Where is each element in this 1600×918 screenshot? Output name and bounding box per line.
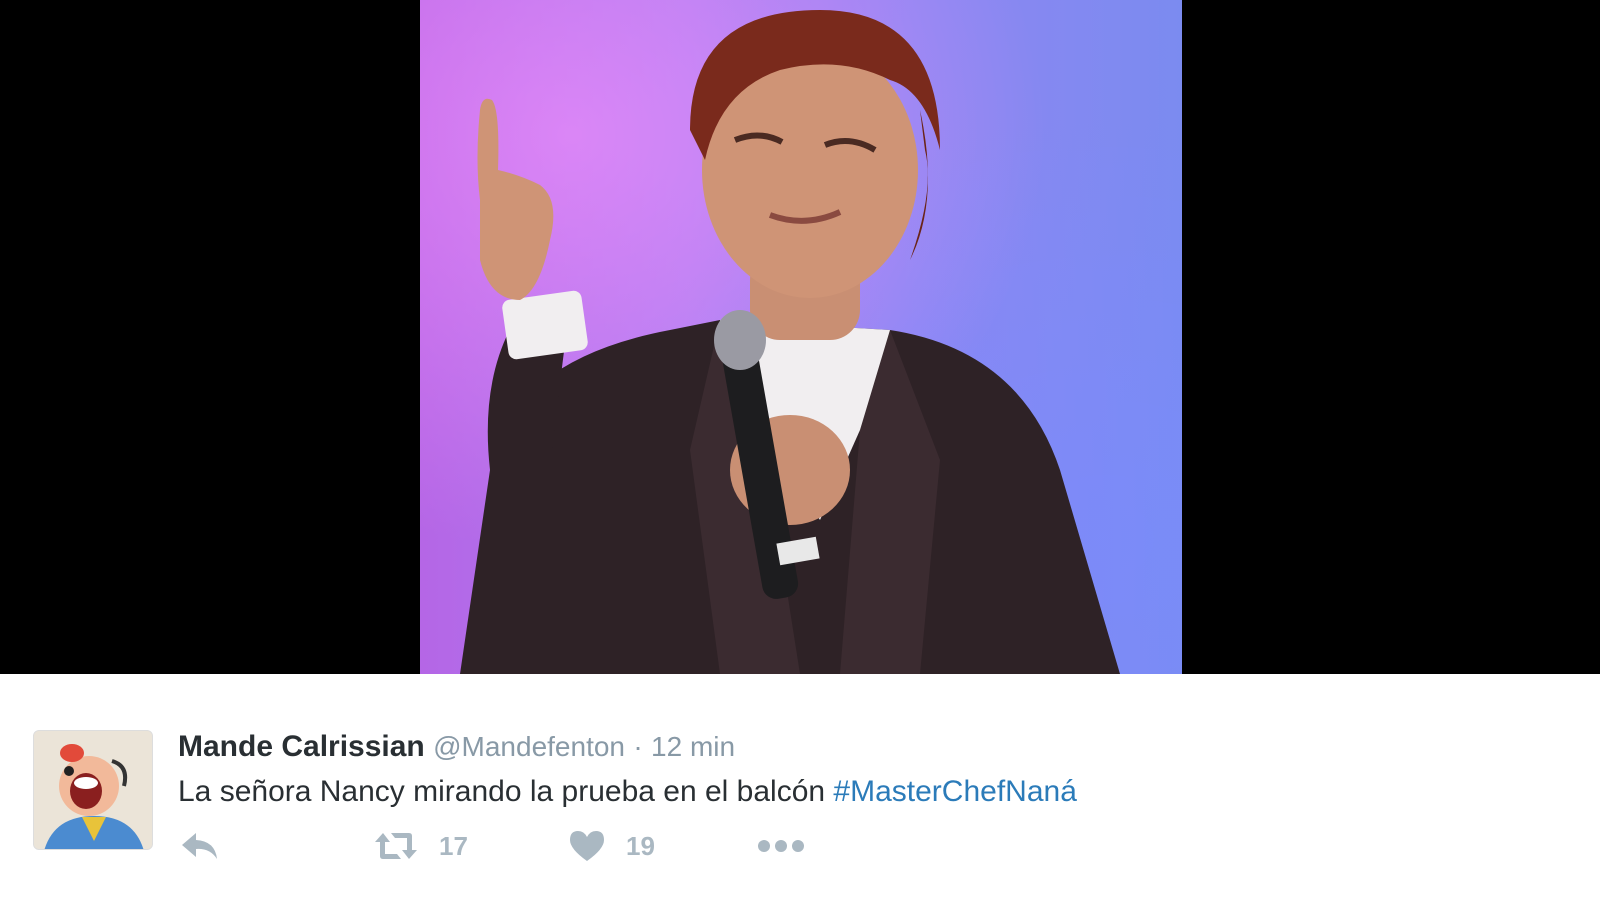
heart-icon <box>570 831 604 861</box>
tweet-card[interactable]: Mande Calrissian @Mandefenton · 12 min L… <box>0 674 1600 918</box>
reply-icon <box>182 833 217 859</box>
tweet-media[interactable] <box>0 0 1600 674</box>
tweet-actions: 17 19 <box>178 824 878 868</box>
hashtag-link[interactable]: #MasterChefNaná <box>833 775 1076 808</box>
reply-button[interactable] <box>180 824 220 868</box>
display-name[interactable]: Mande Calrissian <box>178 730 425 763</box>
user-handle[interactable]: @Mandefenton <box>433 731 625 762</box>
timestamp[interactable]: 12 min <box>651 731 735 762</box>
tweet-header: Mande Calrissian @Mandefenton · 12 min <box>178 729 735 765</box>
avatar-illustration <box>34 731 152 849</box>
more-button[interactable] <box>756 824 806 868</box>
tweet-text: La señora Nancy mirando la prueba en el … <box>178 774 1077 810</box>
tweet-photo[interactable] <box>420 0 1182 674</box>
retweet-icon <box>375 833 417 859</box>
retweet-button[interactable]: 17 <box>373 824 468 868</box>
like-button[interactable]: 19 <box>568 824 655 868</box>
tweet-body: La señora Nancy mirando la prueba en el … <box>178 775 834 808</box>
separator-dot: · <box>633 731 643 762</box>
singer-illustration <box>460 10 1120 674</box>
retweet-count: 17 <box>439 830 468 861</box>
cartoon-avatar-icon[interactable] <box>33 730 153 850</box>
like-count: 19 <box>626 830 655 861</box>
more-icon <box>758 840 804 852</box>
